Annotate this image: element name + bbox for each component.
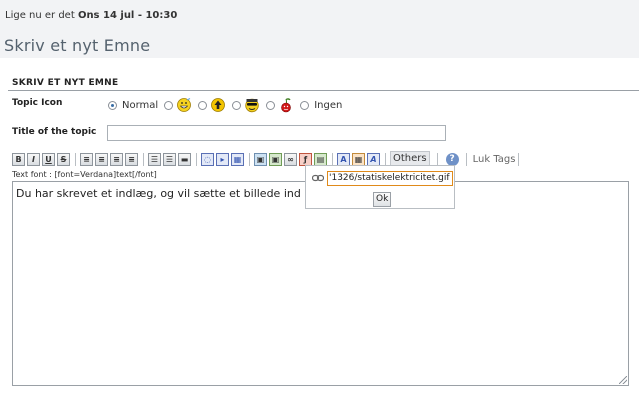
table-icon[interactable]: ▦	[231, 152, 244, 166]
image-icon[interactable]: ▣	[254, 152, 267, 166]
radio-normal[interactable]	[108, 100, 117, 110]
code-icon[interactable]: ▸	[216, 152, 229, 166]
topic-icon-option-up[interactable]	[198, 97, 226, 113]
radio-cherry[interactable]	[266, 100, 276, 110]
toolbar-separator	[196, 152, 197, 166]
toolbar-separator	[143, 152, 144, 166]
topic-icon-label: Topic Icon	[12, 98, 63, 108]
topic-icon-option-normal[interactable]: Normal	[108, 100, 158, 111]
font-hint-text: Text font : [font=Verdana]text[/font]	[12, 170, 157, 179]
radio-up[interactable]	[198, 100, 208, 110]
up-arrow-icon	[211, 98, 226, 112]
radio-cool[interactable]	[232, 100, 242, 110]
radio-grin[interactable]	[164, 100, 174, 110]
toolbar-separator	[332, 152, 333, 166]
date-prefix: Lige nu er det	[5, 10, 75, 21]
bold-button[interactable]: B	[12, 152, 25, 166]
font-size-icon[interactable]: A	[337, 152, 350, 166]
current-date-text: Lige nu er det Ons 14 jul - 10:30	[5, 10, 177, 21]
ok-button[interactable]: Ok	[373, 192, 392, 207]
sunglasses-smiley-icon	[245, 98, 259, 113]
toolbar-separator	[75, 152, 76, 166]
cherry-icon	[281, 98, 291, 113]
italic-button[interactable]: I	[27, 152, 40, 166]
quote-icon[interactable]: ◌	[201, 152, 214, 166]
resize-handle-icon[interactable]	[619, 376, 627, 384]
color-grid-icon[interactable]: ▦	[352, 152, 365, 166]
strike-button[interactable]: S	[57, 152, 70, 166]
align-center-icon[interactable]: ≡	[95, 152, 108, 166]
grin-smiley-icon	[177, 97, 192, 112]
section-title: SKRIV ET NYT EMNE	[12, 78, 119, 88]
toolbar-separator	[518, 152, 520, 166]
date-value: Ons 14 jul - 10:30	[77, 10, 178, 21]
topic-icon-option-ingen[interactable]: Ingen	[300, 100, 342, 111]
horizontal-rule-icon[interactable]: ▬	[178, 152, 191, 166]
align-justify-icon[interactable]: ≡	[125, 152, 138, 166]
radio-ingen[interactable]	[300, 100, 310, 110]
font-face-icon[interactable]: A	[367, 152, 380, 166]
topic-icon-options: Normal Ingen	[108, 97, 348, 113]
help-icon[interactable]: ?	[445, 152, 459, 166]
toolbar-separator	[385, 152, 386, 166]
topic-icon-option-cool[interactable]	[232, 97, 260, 113]
message-textarea[interactable]: Du har skrevet et indlæg, og vil sætte e…	[12, 181, 629, 386]
bullet-list-icon[interactable]: ☰	[148, 152, 161, 166]
link-icon[interactable]: ∞	[284, 152, 297, 166]
align-left-icon[interactable]: ≡	[80, 152, 93, 166]
align-right-icon[interactable]: ≡	[110, 152, 123, 166]
numbered-list-icon[interactable]: ☰	[163, 152, 176, 166]
topic-icon-option-grin[interactable]	[164, 97, 192, 113]
toolbar-separator	[436, 152, 438, 166]
title-label: Title of the topic	[12, 127, 97, 137]
option-label-normal: Normal	[122, 99, 159, 111]
link-url-input[interactable]: '1326/statiskelektricitet.gif	[327, 171, 453, 186]
toolbar-separator	[465, 152, 467, 166]
insert-link-popup: '1326/statiskelektricitet.gif Ok	[305, 165, 455, 209]
option-label-ingen: Ingen	[314, 99, 343, 111]
close-tags-link[interactable]: Luk Tags	[473, 154, 516, 165]
section-divider	[8, 90, 639, 91]
host-image-icon[interactable]: ▣	[269, 152, 282, 166]
chain-link-icon	[312, 174, 324, 182]
page-title: Skriv et nyt Emne	[4, 36, 151, 55]
topic-icon-option-cherry[interactable]	[266, 97, 294, 113]
toolbar-separator	[249, 152, 250, 166]
topic-title-input[interactable]	[107, 125, 446, 141]
message-text: Du har skrevet et indlæg, og vil sætte e…	[16, 187, 301, 200]
flash-icon[interactable]: ƒ	[299, 152, 312, 166]
underline-button[interactable]: U	[42, 152, 55, 166]
video-icon[interactable]: ▤	[314, 152, 327, 166]
